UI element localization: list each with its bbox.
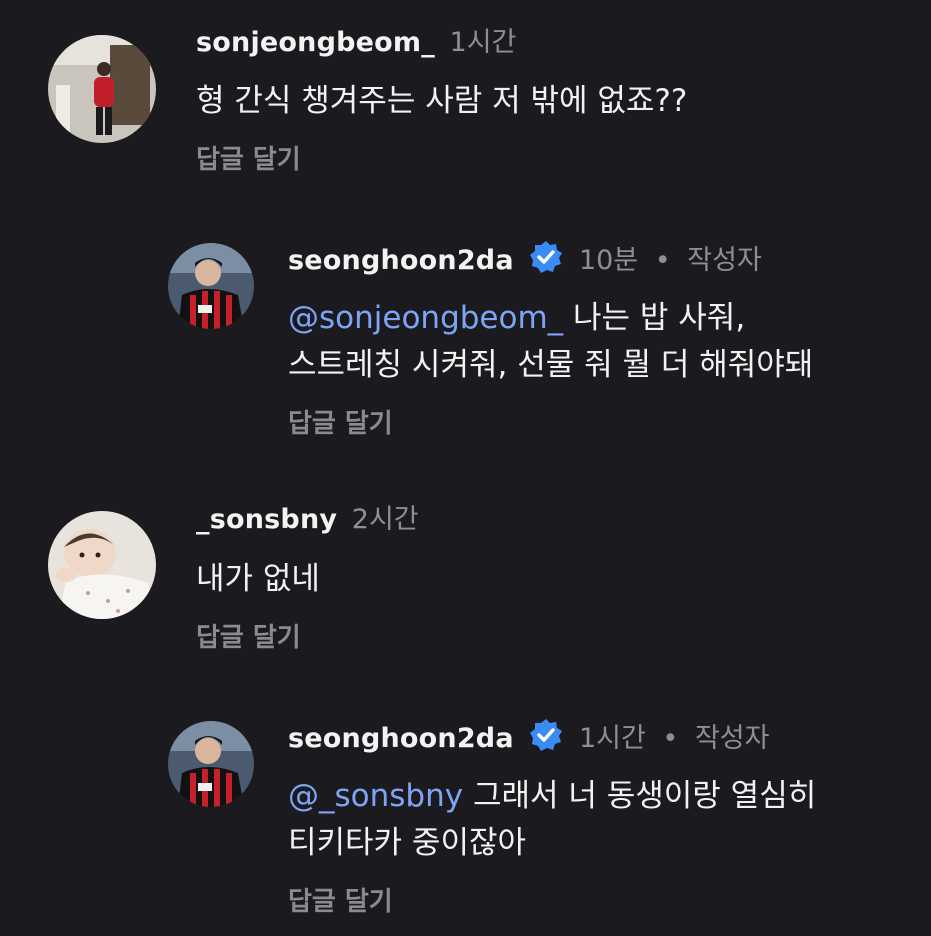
avatar[interactable] xyxy=(48,511,156,619)
comment-header: sonjeongbeom_ 1시간 xyxy=(196,26,516,60)
comment-text-line-2: 스트레칭 시켜줘, 선물 줘 뭘 더 해줘야돼 xyxy=(288,347,814,383)
verified-badge-icon xyxy=(528,239,564,284)
timestamp: 1시간 xyxy=(578,723,646,754)
comment-header: seonghoon2da 1시간 • 작성자 xyxy=(288,717,769,762)
reply-button[interactable]: 답글 달기 xyxy=(288,881,393,918)
avatar[interactable] xyxy=(168,721,254,807)
separator-dot: • xyxy=(654,245,671,276)
reply-button[interactable]: 답글 달기 xyxy=(196,139,301,176)
avatar[interactable] xyxy=(168,243,254,329)
username[interactable]: _sonsbny xyxy=(196,504,337,535)
profile-photo-icon xyxy=(168,721,254,807)
comment-text-line-2: 티키타카 중이잖아 xyxy=(288,825,527,861)
mention-link[interactable]: @sonjeongbeom_ xyxy=(288,300,563,336)
reply-button[interactable]: 답글 달기 xyxy=(288,403,393,440)
profile-photo-icon xyxy=(48,511,156,619)
reply-button[interactable]: 답글 달기 xyxy=(196,617,301,654)
timestamp: 1시간 xyxy=(449,27,517,58)
comment-header: seonghoon2da 10분 • 작성자 xyxy=(288,239,762,284)
comment-text: 내가 없네 xyxy=(196,561,320,597)
comment-text-line-1: @_sonsbny 그래서 너 동생이랑 열심히 xyxy=(288,773,816,819)
username[interactable]: seonghoon2da xyxy=(288,245,514,276)
comment-text: 나는 밥 사줘, xyxy=(573,300,746,336)
profile-photo-icon xyxy=(168,243,254,329)
avatar[interactable] xyxy=(48,35,156,143)
timestamp: 10분 xyxy=(578,245,639,276)
comment-header: _sonsbny 2시간 xyxy=(196,503,419,537)
comment-text: 그래서 너 동생이랑 열심히 xyxy=(472,778,817,814)
mention-link[interactable]: @_sonsbny xyxy=(288,778,463,814)
author-label: 작성자 xyxy=(687,245,762,276)
username[interactable]: sonjeongbeom_ xyxy=(196,27,435,58)
profile-photo-icon xyxy=(48,35,156,143)
timestamp: 2시간 xyxy=(351,504,419,535)
author-label: 작성자 xyxy=(694,723,770,754)
comment-text-line-1: @sonjeongbeom_ 나는 밥 사줘, xyxy=(288,295,745,341)
verified-badge-icon xyxy=(528,717,564,762)
comment-text: 형 간식 챙겨주는 사람 저 밖에 없죠?? xyxy=(196,83,688,119)
username[interactable]: seonghoon2da xyxy=(288,723,514,754)
separator-dot: • xyxy=(662,723,679,754)
